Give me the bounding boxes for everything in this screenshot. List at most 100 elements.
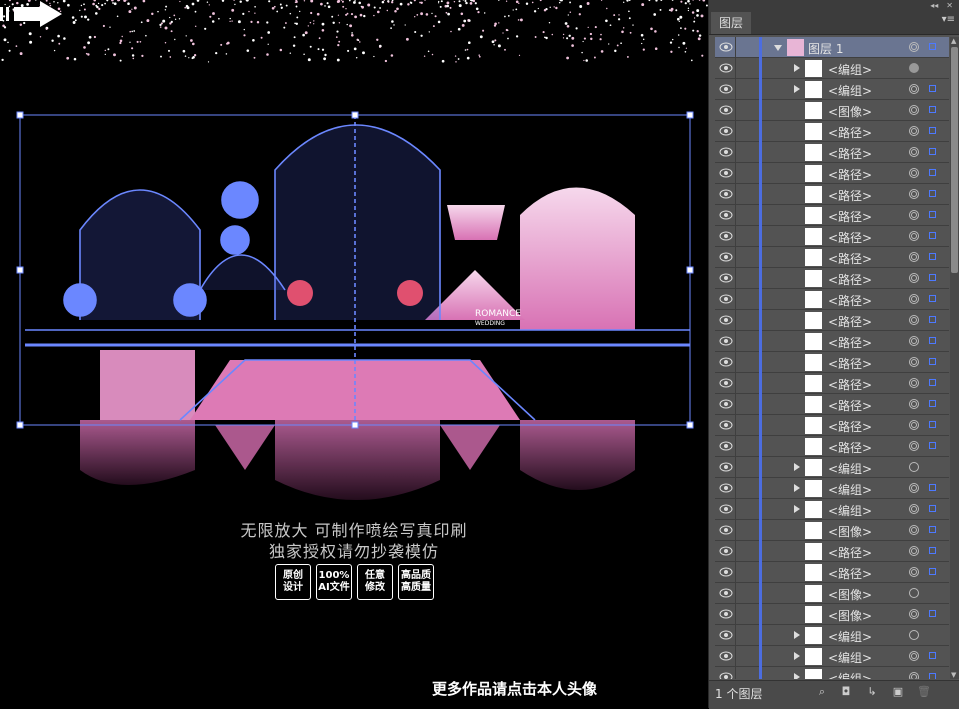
target-circle-icon[interactable] xyxy=(909,147,919,157)
layer-row[interactable]: <编组> xyxy=(715,667,949,679)
visibility-eye-icon[interactable] xyxy=(719,147,733,157)
layer-name[interactable]: <编组> xyxy=(828,502,872,519)
visibility-eye-icon[interactable] xyxy=(719,399,733,409)
visibility-eye-icon[interactable] xyxy=(719,420,733,430)
panel-menu-icon[interactable]: ▾≡ xyxy=(942,14,955,25)
layer-row[interactable]: <编组> xyxy=(715,625,949,646)
selection-square-icon[interactable] xyxy=(929,547,936,554)
lock-column[interactable] xyxy=(735,37,736,58)
create-sublayer-icon[interactable]: ↳ xyxy=(865,685,879,699)
target-circle-icon[interactable] xyxy=(909,189,919,199)
expand-triangle-icon[interactable] xyxy=(794,484,800,492)
selection-handle[interactable] xyxy=(16,421,24,429)
layer-row[interactable]: <路径> xyxy=(715,289,949,310)
layer-name[interactable]: <编组> xyxy=(828,481,872,498)
lock-column[interactable] xyxy=(735,415,736,436)
visibility-eye-icon[interactable] xyxy=(719,588,733,598)
lock-column[interactable] xyxy=(735,163,736,184)
selection-handle[interactable] xyxy=(686,421,694,429)
target-circle-icon[interactable] xyxy=(909,315,919,325)
layer-row[interactable]: <编组> xyxy=(715,499,949,520)
layer-name[interactable]: <路径> xyxy=(828,376,872,393)
layer-name[interactable]: <路径> xyxy=(828,271,872,288)
expand-triangle-icon[interactable] xyxy=(774,45,782,51)
expand-triangle-icon[interactable] xyxy=(794,463,800,471)
layer-name[interactable]: <路径> xyxy=(828,397,872,414)
visibility-eye-icon[interactable] xyxy=(719,231,733,241)
selection-square-icon[interactable] xyxy=(929,484,936,491)
lock-column[interactable] xyxy=(735,667,736,679)
selection-square-icon[interactable] xyxy=(929,673,936,679)
lock-column[interactable] xyxy=(735,478,736,499)
layer-name[interactable]: <路径> xyxy=(828,418,872,435)
selection-square-icon[interactable] xyxy=(929,85,936,92)
visibility-eye-icon[interactable] xyxy=(719,294,733,304)
selection-square-icon[interactable] xyxy=(929,442,936,449)
visibility-eye-icon[interactable] xyxy=(719,84,733,94)
selection-square-icon[interactable] xyxy=(929,505,936,512)
selection-square-icon[interactable] xyxy=(929,568,936,575)
target-circle-icon[interactable] xyxy=(909,483,919,493)
double-chevron-icon[interactable]: ◂◂ xyxy=(930,1,938,10)
lock-column[interactable] xyxy=(735,520,736,541)
lock-column[interactable] xyxy=(735,457,736,478)
visibility-eye-icon[interactable] xyxy=(719,483,733,493)
selection-square-icon[interactable] xyxy=(929,379,936,386)
lock-column[interactable] xyxy=(735,394,736,415)
selection-square-icon[interactable] xyxy=(929,652,936,659)
scroll-thumb[interactable] xyxy=(951,47,958,273)
layer-name[interactable]: <路径> xyxy=(828,544,872,561)
layer-name[interactable]: <编组> xyxy=(828,628,872,645)
target-circle-icon[interactable] xyxy=(909,609,919,619)
visibility-eye-icon[interactable] xyxy=(719,672,733,679)
visibility-eye-icon[interactable] xyxy=(719,210,733,220)
layer-row[interactable]: <路径> xyxy=(715,163,949,184)
layer-row[interactable]: <编组> xyxy=(715,79,949,100)
layer-name[interactable]: <路径> xyxy=(828,250,872,267)
make-clipping-mask-icon[interactable]: ◘ xyxy=(839,685,853,699)
target-circle-icon[interactable] xyxy=(909,651,919,661)
lock-column[interactable] xyxy=(735,226,736,247)
target-circle-icon[interactable] xyxy=(909,63,919,73)
lock-column[interactable] xyxy=(735,646,736,667)
expand-triangle-icon[interactable] xyxy=(794,505,800,513)
target-circle-icon[interactable] xyxy=(909,168,919,178)
target-circle-icon[interactable] xyxy=(909,126,919,136)
layer-name[interactable]: <图像> xyxy=(828,103,872,120)
visibility-eye-icon[interactable] xyxy=(719,525,733,535)
layer-name[interactable]: <路径> xyxy=(828,166,872,183)
layer-name[interactable]: <路径> xyxy=(828,313,872,330)
target-circle-icon[interactable] xyxy=(909,504,919,514)
target-circle-icon[interactable] xyxy=(909,462,919,472)
selection-square-icon[interactable] xyxy=(929,43,936,50)
layer-row[interactable]: <图像> xyxy=(715,604,949,625)
layer-name[interactable]: <编组> xyxy=(828,649,872,666)
delete-icon[interactable]: 🗑 xyxy=(917,685,931,699)
layer-row[interactable]: <路径> xyxy=(715,352,949,373)
target-circle-icon[interactable] xyxy=(909,42,919,52)
lock-column[interactable] xyxy=(735,289,736,310)
visibility-eye-icon[interactable] xyxy=(719,273,733,283)
selection-handle[interactable] xyxy=(686,266,694,274)
layer-name[interactable]: <编组> xyxy=(828,82,872,99)
visibility-eye-icon[interactable] xyxy=(719,357,733,367)
layer-name[interactable]: <路径> xyxy=(828,355,872,372)
target-circle-icon[interactable] xyxy=(909,588,919,598)
layer-row[interactable]: <路径> xyxy=(715,562,949,583)
layer-row[interactable]: <路径> xyxy=(715,142,949,163)
lock-column[interactable] xyxy=(735,58,736,79)
artboard-canvas[interactable]: ROMANCE WEDDING 无限放大 可制作喷绘写真印刷 独家授权请勿抄袭模… xyxy=(0,0,708,708)
layer-row[interactable]: <路径> xyxy=(715,226,949,247)
visibility-eye-icon[interactable] xyxy=(719,378,733,388)
target-circle-icon[interactable] xyxy=(909,525,919,535)
selection-square-icon[interactable] xyxy=(929,148,936,155)
lock-column[interactable] xyxy=(735,373,736,394)
layer-row[interactable]: <路径> xyxy=(715,268,949,289)
target-circle-icon[interactable] xyxy=(909,630,919,640)
target-circle-icon[interactable] xyxy=(909,210,919,220)
layer-row[interactable]: <编组> xyxy=(715,58,949,79)
visibility-eye-icon[interactable] xyxy=(719,546,733,556)
lock-column[interactable] xyxy=(735,100,736,121)
layer-row[interactable]: <图像> xyxy=(715,583,949,604)
close-panel-icon[interactable]: ✕ xyxy=(946,1,953,10)
